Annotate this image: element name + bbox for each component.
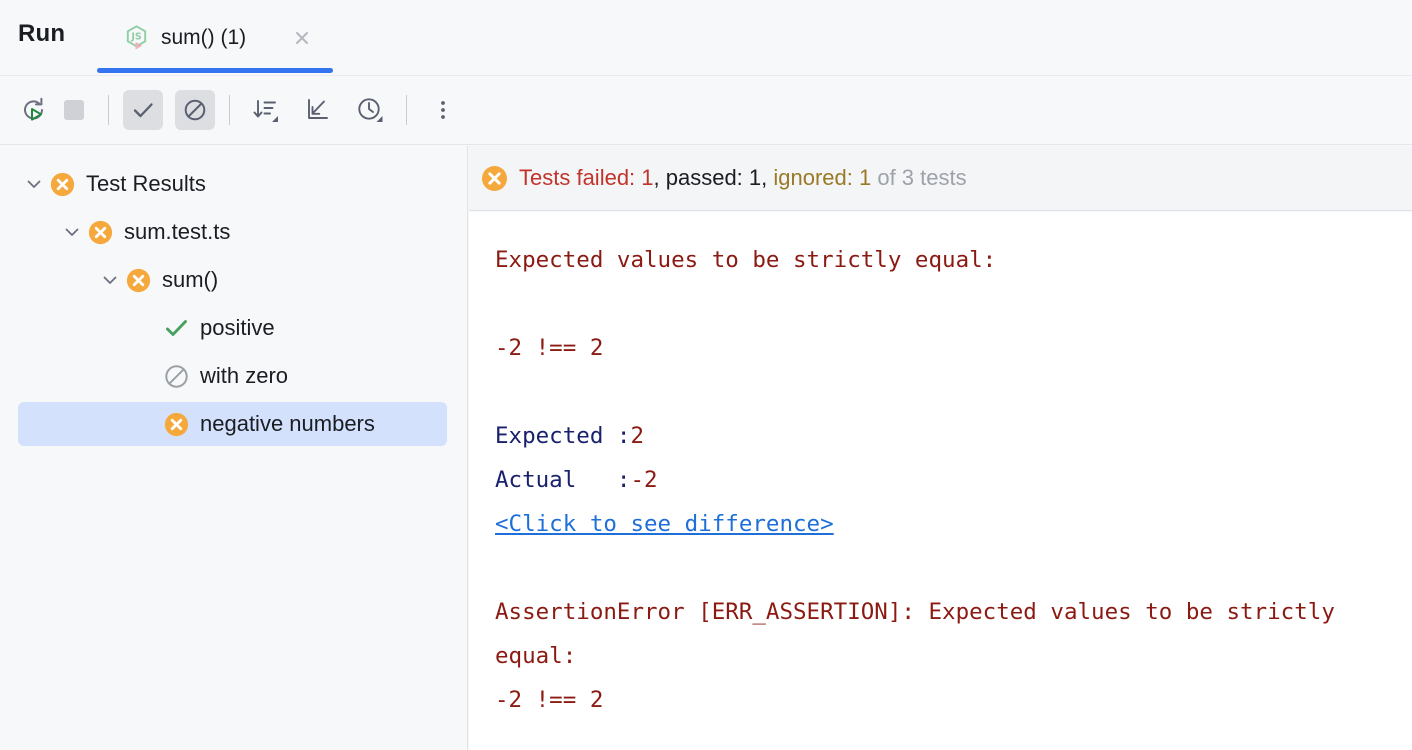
run-tool-window-title: Run bbox=[18, 20, 65, 48]
failed-icon bbox=[125, 267, 152, 294]
run-toolbar bbox=[0, 75, 1412, 145]
failed-icon bbox=[480, 164, 509, 193]
test-status-icon bbox=[48, 170, 76, 198]
console-blank-line bbox=[495, 370, 1412, 414]
test-output-console[interactable]: Expected values to be strictly equal: -2… bbox=[469, 212, 1412, 750]
rerun-icon bbox=[19, 95, 49, 125]
console-blank-line bbox=[495, 282, 1412, 326]
status-total-text: of 3 tests bbox=[871, 165, 966, 190]
show-ignored-button[interactable] bbox=[175, 90, 215, 130]
more-options-button[interactable] bbox=[423, 90, 463, 130]
no-entry-icon bbox=[182, 97, 208, 123]
test-status-icon bbox=[86, 218, 114, 246]
collapse-arrow-icon bbox=[303, 95, 333, 125]
tree-node-sum[interactable]: sum() bbox=[0, 256, 467, 304]
passed-icon bbox=[163, 315, 190, 342]
sort-descending-icon bbox=[251, 95, 281, 125]
run-tool-window: Run JS sum() (1) bbox=[0, 0, 1412, 750]
console-expected-row: Expected :2 bbox=[495, 414, 1412, 458]
expand-chevron[interactable] bbox=[96, 266, 124, 294]
tree-node-label: sum.test.ts bbox=[124, 219, 230, 245]
console-blank-line bbox=[495, 546, 1412, 590]
stop-button[interactable] bbox=[54, 90, 94, 130]
show-passed-button[interactable] bbox=[123, 90, 163, 130]
console-line-comparison: -2 !== 2 bbox=[495, 326, 1412, 370]
failed-icon bbox=[87, 219, 114, 246]
rerun-tests-button[interactable] bbox=[14, 90, 54, 130]
svg-text:JS: JS bbox=[130, 31, 142, 42]
tree-node-positive[interactable]: positive bbox=[0, 304, 467, 352]
test-status-bar: Tests failed: 1, passed: 1, ignored: 1 o… bbox=[469, 146, 1412, 211]
test-status-icon bbox=[124, 266, 152, 294]
close-icon bbox=[292, 28, 312, 48]
checkmark-icon bbox=[130, 97, 156, 123]
clock-icon bbox=[355, 95, 385, 125]
chevron-down-icon bbox=[23, 173, 45, 195]
test-status-icon bbox=[162, 362, 190, 390]
more-vertical-icon bbox=[430, 97, 456, 123]
expected-label: Expected : bbox=[495, 423, 630, 449]
tab-bar: Run JS sum() (1) bbox=[0, 0, 1412, 75]
tree-node-sum-test-ts[interactable]: sum.test.ts bbox=[0, 208, 467, 256]
console-assertion-error: AssertionError [ERR_ASSERTION]: Expected… bbox=[495, 590, 1379, 678]
sort-by-duration-button[interactable] bbox=[246, 90, 286, 130]
test-tree: Test Results sum.test.ts sum() positive with… bbox=[0, 146, 467, 448]
tree-indent-spacer bbox=[134, 410, 162, 438]
expand-chevron[interactable] bbox=[58, 218, 86, 246]
tree-node-negative-numbers[interactable]: negative numbers bbox=[0, 400, 467, 448]
chevron-down-icon bbox=[99, 269, 121, 291]
tree-node-label: Test Results bbox=[86, 171, 206, 197]
status-failed-text: Tests failed: 1 bbox=[519, 165, 654, 190]
console-diff-link-row: <Click to see difference> bbox=[495, 502, 1412, 546]
status-passed-text: , passed: 1, bbox=[654, 165, 768, 190]
actual-value: -2 bbox=[630, 467, 657, 493]
test-status-icon bbox=[162, 314, 190, 342]
stop-square-icon bbox=[61, 97, 87, 123]
tree-node-label: sum() bbox=[162, 267, 218, 293]
test-status-icon bbox=[162, 410, 190, 438]
tree-indent-spacer bbox=[134, 362, 162, 390]
test-history-button[interactable] bbox=[350, 90, 390, 130]
chevron-down-icon bbox=[61, 221, 83, 243]
nodejs-test-icon: JS bbox=[122, 23, 152, 53]
click-to-see-difference-link[interactable]: <Click to see difference> bbox=[495, 511, 834, 537]
console-line-expected-equal: Expected values to be strictly equal: bbox=[495, 238, 1412, 282]
toolbar-separator bbox=[108, 95, 109, 125]
failed-icon bbox=[163, 411, 190, 438]
console-actual-row: Actual :-2 bbox=[495, 458, 1412, 502]
tree-node-label: with zero bbox=[200, 363, 288, 389]
expand-chevron[interactable] bbox=[20, 170, 48, 198]
console-assertion-comparison: -2 !== 2 bbox=[495, 678, 1412, 722]
ignored-icon bbox=[163, 363, 190, 390]
expected-value: 2 bbox=[630, 423, 644, 449]
test-tree-panel[interactable]: Test Results sum.test.ts sum() positive with… bbox=[0, 146, 468, 750]
toolbar-separator bbox=[229, 95, 230, 125]
actual-label: Actual : bbox=[495, 467, 630, 493]
tree-node-test-results[interactable]: Test Results bbox=[0, 160, 467, 208]
tree-node-label: positive bbox=[200, 315, 275, 341]
tree-node-label: negative numbers bbox=[200, 411, 375, 437]
tab-label: sum() (1) bbox=[161, 26, 246, 50]
tree-indent-spacer bbox=[134, 314, 162, 342]
tab-active-indicator bbox=[97, 68, 333, 73]
tab-close-button[interactable] bbox=[289, 25, 315, 51]
failed-icon bbox=[49, 171, 76, 198]
tree-node-with-zero[interactable]: with zero bbox=[0, 352, 467, 400]
status-ignored-text: ignored: 1 bbox=[767, 165, 871, 190]
toolbar-separator bbox=[406, 95, 407, 125]
collapse-all-button[interactable] bbox=[298, 90, 338, 130]
